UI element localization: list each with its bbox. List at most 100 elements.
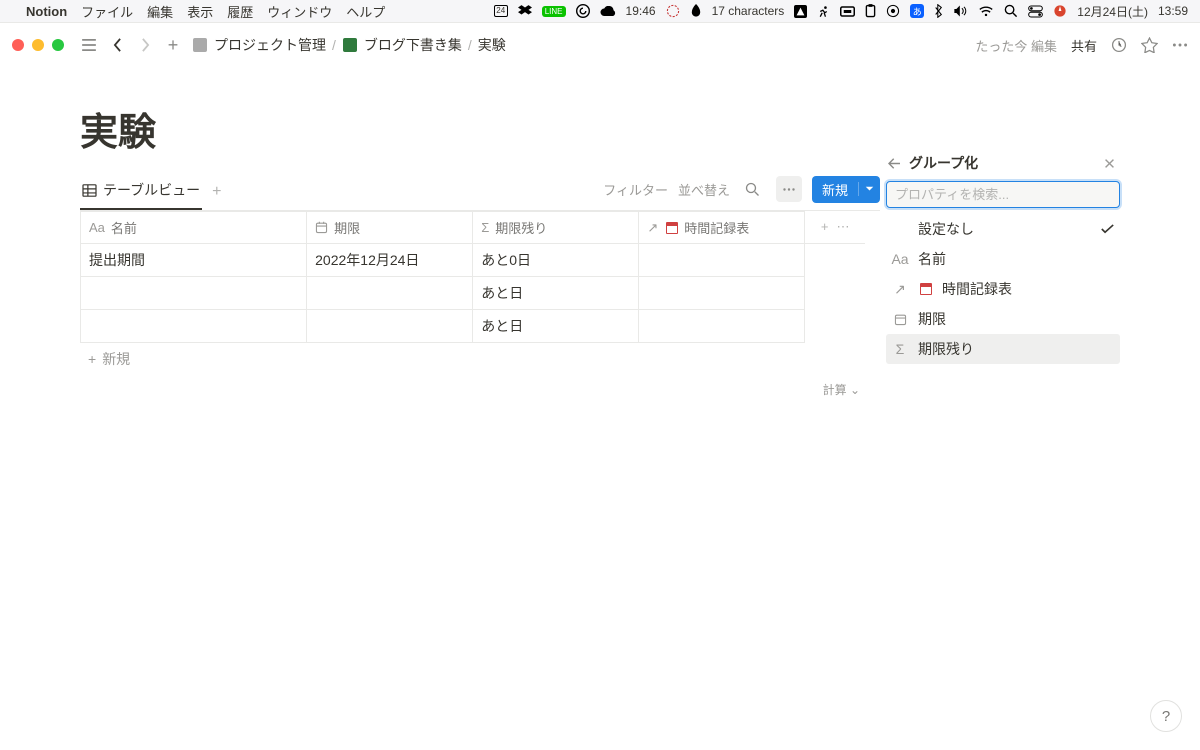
add-property-icon[interactable]: +	[821, 219, 829, 235]
table-row[interactable]: 提出期間2022年12月24日あと0日	[81, 244, 866, 277]
date-prop-icon	[892, 313, 908, 326]
share-button[interactable]: 共有	[1071, 36, 1097, 55]
crumb-project[interactable]: プロジェクト管理	[214, 35, 326, 55]
more-icon[interactable]	[1172, 43, 1188, 47]
ime-icon[interactable]: あ	[910, 4, 924, 18]
back-icon[interactable]	[108, 36, 126, 54]
spotlight-icon[interactable]	[1004, 4, 1018, 18]
menubar-timer[interactable]: 19:46	[626, 4, 656, 18]
table-row[interactable]: あと日	[81, 277, 866, 310]
cell-time[interactable]	[639, 277, 805, 310]
dropbox-icon[interactable]	[518, 5, 532, 17]
group-option-label: 名前	[918, 249, 946, 269]
plus-icon: +	[88, 351, 96, 367]
th-time[interactable]: ↗時間記録表	[639, 212, 805, 244]
crumb-current[interactable]: 実験	[478, 35, 506, 55]
bluetooth-icon[interactable]	[934, 4, 943, 18]
help-button[interactable]: ?	[1150, 700, 1182, 732]
cloud-icon[interactable]	[600, 6, 616, 16]
record-icon[interactable]	[886, 4, 900, 18]
cell-date[interactable]	[307, 310, 473, 343]
menubar-item-help[interactable]: ヘルプ	[346, 2, 385, 21]
group-option[interactable]: ↗時間記録表	[886, 274, 1120, 304]
panel-close-icon[interactable]	[1100, 154, 1118, 172]
fantastical-icon[interactable]: 24	[494, 5, 508, 17]
favorite-icon[interactable]	[1141, 37, 1158, 53]
menubar-date[interactable]: 12月24日(土)	[1077, 3, 1148, 20]
crumb-icon-blog	[342, 37, 358, 53]
crumb-sep: /	[332, 37, 336, 53]
grammarly-icon[interactable]	[576, 4, 590, 18]
th-date[interactable]: 期限	[307, 212, 473, 244]
close-window-icon[interactable]	[12, 39, 24, 51]
crumb-sep: /	[468, 37, 472, 53]
status-dot-icon[interactable]	[1053, 4, 1067, 18]
group-option-label: 期限残り	[918, 339, 974, 359]
running-icon[interactable]	[817, 5, 830, 18]
group-option[interactable]: Aa名前	[886, 244, 1120, 274]
formula-prop-icon: Σ	[892, 341, 908, 357]
triangle-icon[interactable]	[794, 5, 807, 18]
panel-back-icon[interactable]	[888, 158, 901, 169]
cell-name[interactable]	[81, 310, 307, 343]
rectangle-icon[interactable]	[840, 6, 855, 17]
property-search-input[interactable]	[886, 181, 1120, 208]
sort-button[interactable]: 並べ替え	[678, 180, 730, 199]
forward-icon[interactable]	[136, 36, 154, 54]
view-tab-label: テーブルビュー	[103, 180, 200, 200]
cell-time[interactable]	[639, 244, 805, 277]
cell-remain[interactable]: あと日	[473, 277, 639, 310]
page-title[interactable]: 実験	[80, 101, 880, 156]
th-remain[interactable]: Σ期限残り	[473, 212, 639, 244]
leaf-icon[interactable]	[690, 4, 702, 18]
volume-icon[interactable]	[953, 5, 968, 17]
new-row-button[interactable]: +新規	[80, 343, 880, 375]
group-option[interactable]: 期限	[886, 304, 1120, 334]
new-tab-icon[interactable]: +	[164, 36, 182, 54]
crumb-icon-project	[192, 37, 208, 53]
control-center-icon[interactable]	[1028, 5, 1043, 18]
group-option[interactable]: Σ 期限残り	[886, 334, 1120, 364]
updates-icon[interactable]	[1111, 37, 1127, 53]
new-record-button[interactable]: 新規	[812, 176, 880, 203]
menubar-item-window[interactable]: ウィンドウ	[267, 2, 332, 21]
menubar-app-name[interactable]: Notion	[26, 4, 67, 19]
table-row[interactable]: あと日	[81, 310, 866, 343]
cell-name[interactable]: 提出期間	[81, 244, 307, 277]
menubar-item-file[interactable]: ファイル	[81, 2, 133, 21]
th-name[interactable]: Aa名前	[81, 212, 307, 244]
add-view-icon[interactable]: +	[212, 183, 221, 201]
new-record-label: 新規	[812, 176, 858, 203]
fullscreen-window-icon[interactable]	[52, 39, 64, 51]
new-record-chevron-icon[interactable]	[858, 182, 880, 196]
cell-name[interactable]	[81, 277, 307, 310]
timer-off-icon[interactable]	[666, 4, 680, 18]
view-options-icon[interactable]	[776, 176, 802, 202]
group-option[interactable]: 設定なし	[886, 214, 1120, 244]
clipboard-icon[interactable]	[865, 4, 876, 18]
property-menu-icon[interactable]: ⋯	[837, 219, 850, 235]
char-count[interactable]: 17 characters	[712, 4, 785, 18]
sidebar-toggle-icon[interactable]	[80, 36, 98, 54]
menubar-clock[interactable]: 13:59	[1158, 4, 1188, 18]
menubar-item-history[interactable]: 履歴	[227, 2, 253, 21]
cell-date[interactable]	[307, 277, 473, 310]
menubar-item-view[interactable]: 表示	[187, 2, 213, 21]
date-prop-icon	[315, 221, 328, 234]
window-controls	[12, 39, 64, 51]
wifi-icon[interactable]	[978, 6, 994, 17]
line-icon[interactable]: LINE	[542, 6, 566, 17]
search-db-icon[interactable]	[740, 176, 766, 202]
notion-window: + プロジェクト管理 / ブログ下書き集 / 実験 たった今 編集 共有 実験 …	[0, 22, 1200, 750]
cell-remain[interactable]: あと日	[473, 310, 639, 343]
minimize-window-icon[interactable]	[32, 39, 44, 51]
chevron-down-icon: ⌄	[850, 383, 860, 397]
cell-time[interactable]	[639, 310, 805, 343]
cell-remain[interactable]: あと0日	[473, 244, 639, 277]
calculations-row[interactable]: 計算 ⌄	[80, 375, 880, 398]
menubar-item-edit[interactable]: 編集	[147, 2, 173, 21]
cell-date[interactable]: 2022年12月24日	[307, 244, 473, 277]
filter-button[interactable]: フィルター	[603, 180, 668, 199]
view-tab-table[interactable]: テーブルビュー	[80, 174, 202, 210]
crumb-blog[interactable]: ブログ下書き集	[364, 35, 462, 55]
